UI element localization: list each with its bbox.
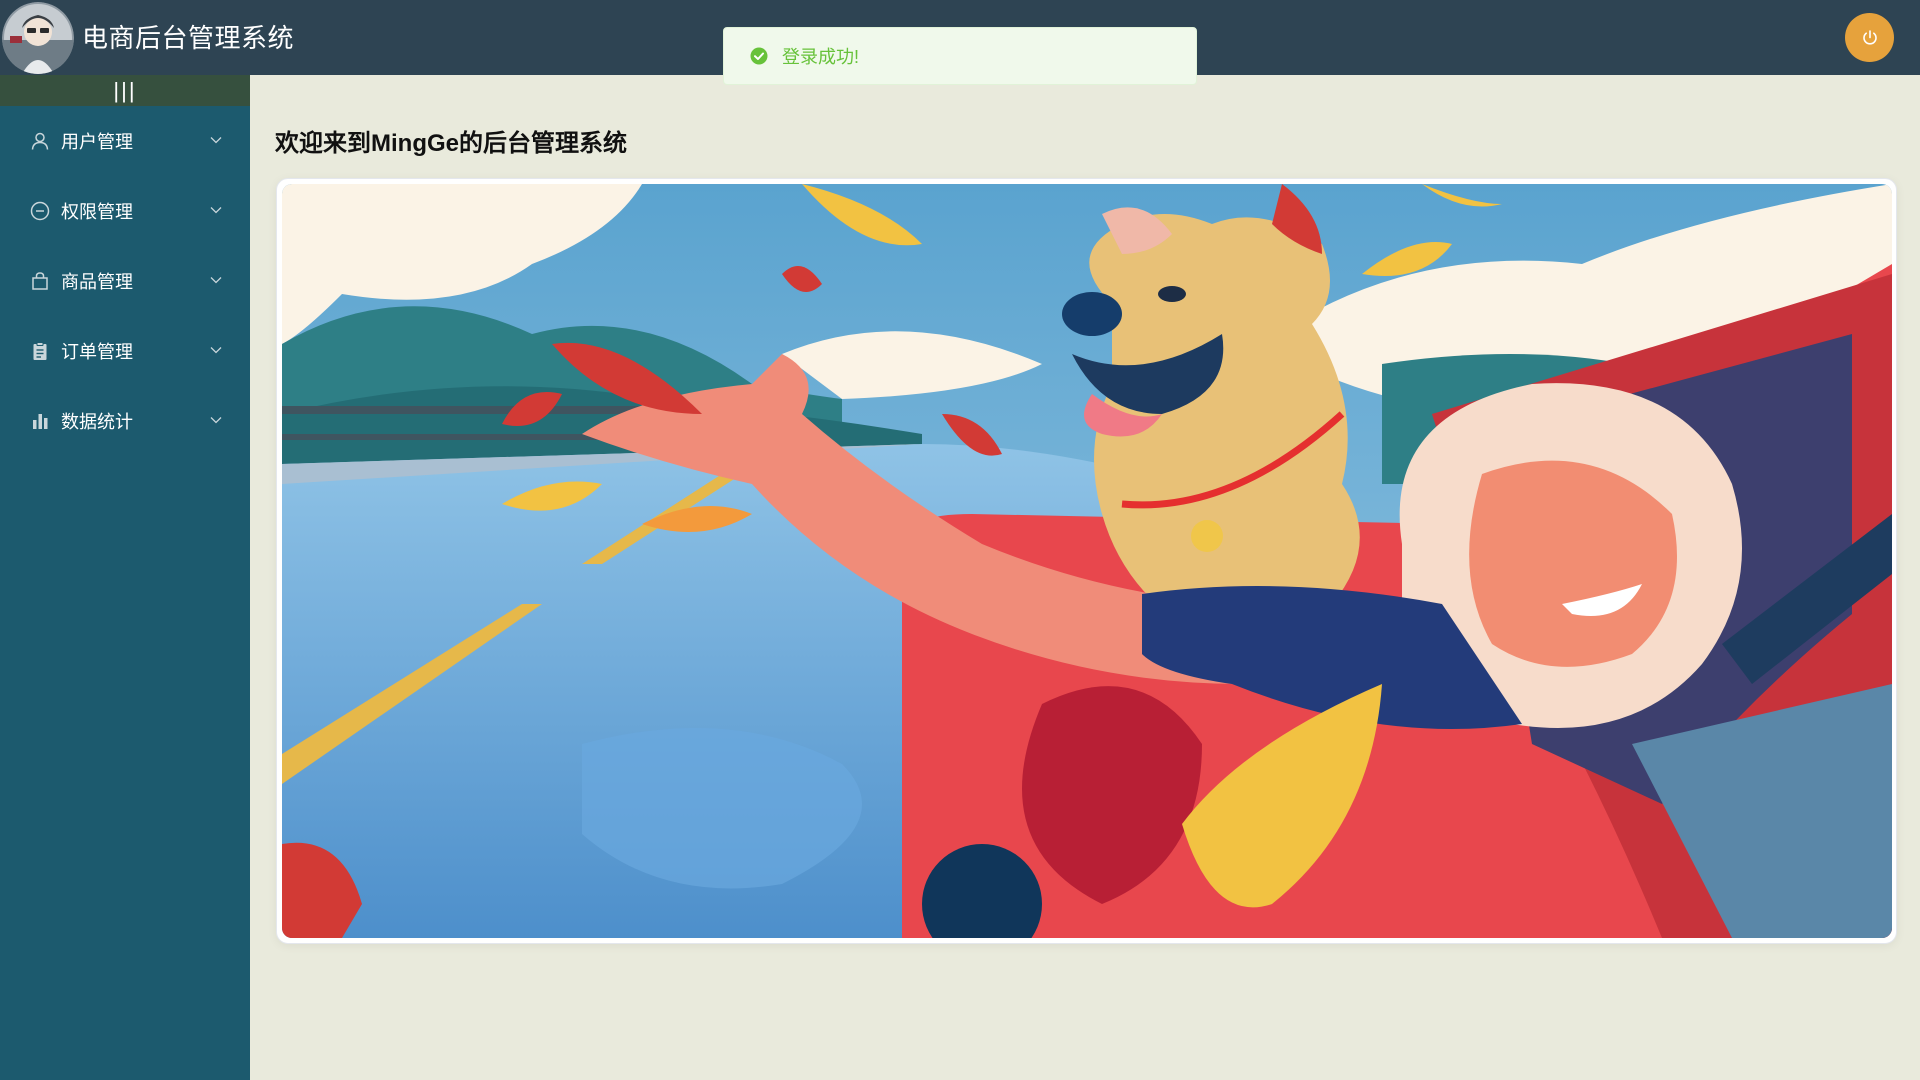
sidebar-item-users[interactable]: 用户管理 <box>0 106 250 176</box>
power-icon <box>1862 29 1877 45</box>
sidebar-item-permissions[interactable]: 权限管理 <box>0 176 250 246</box>
chevron-down-icon <box>210 417 222 424</box>
sidebar-item-label: 权限管理 <box>61 202 133 222</box>
success-toast: 登录成功! <box>723 27 1197 85</box>
logout-button[interactable] <box>1845 13 1894 62</box>
banner-illustration <box>282 184 1892 938</box>
user-icon <box>30 131 50 151</box>
chevron-down-icon <box>210 347 222 354</box>
clipboard-icon <box>30 341 50 361</box>
sidebar-item-label: 用户管理 <box>61 132 133 152</box>
sidebar: ||| 用户管理 权限管理 商品管理 订单管理 数据统计 <box>0 75 250 1080</box>
toggle-label: ||| <box>113 78 137 103</box>
toast-message: 登录成功! <box>782 47 860 67</box>
chevron-down-icon <box>210 207 222 214</box>
shopping-bag-icon <box>30 271 50 291</box>
sidebar-toggle-button[interactable]: ||| <box>0 75 250 106</box>
sidebar-menu: 用户管理 权限管理 商品管理 订单管理 数据统计 <box>0 106 250 456</box>
chevron-down-icon <box>210 277 222 284</box>
main-content: 欢迎来到MingGe的后台管理系统 <box>250 75 1920 1080</box>
sidebar-item-label: 商品管理 <box>61 272 133 292</box>
chevron-down-icon <box>210 137 222 144</box>
page-title: 欢迎来到MingGe的后台管理系统 <box>275 130 627 157</box>
sidebar-item-label: 数据统计 <box>61 412 133 432</box>
bar-chart-icon <box>30 411 50 431</box>
user-avatar[interactable] <box>2 2 74 74</box>
minus-circle-icon <box>30 201 50 221</box>
app-title: 电商后台管理系统 <box>82 23 295 53</box>
sidebar-item-orders[interactable]: 订单管理 <box>0 316 250 386</box>
check-circle-icon <box>750 47 768 65</box>
banner-card <box>276 178 1897 944</box>
sidebar-item-label: 订单管理 <box>61 342 133 362</box>
sidebar-item-reports[interactable]: 数据统计 <box>0 386 250 456</box>
sidebar-item-goods[interactable]: 商品管理 <box>0 246 250 316</box>
